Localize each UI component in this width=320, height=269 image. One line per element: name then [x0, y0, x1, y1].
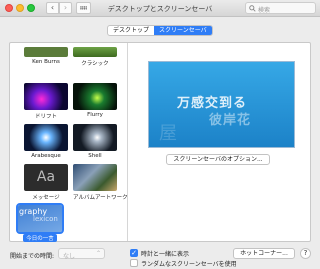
screensaver-preview: 万感交到る 彼岸花 屋	[148, 61, 295, 148]
start-after-select[interactable]: なし ⌃	[58, 248, 105, 260]
saver-thumbnail	[73, 47, 117, 57]
screensaver-options-button[interactable]: スクリーンセーバのオプション...	[166, 154, 270, 165]
tab-control: デスクトップ スクリーンセーバ	[107, 25, 213, 36]
saver-label: Flurry	[87, 112, 103, 118]
saver-label: クラシック	[81, 61, 109, 67]
chevron-right-icon: ›	[63, 3, 68, 12]
saver-label: ドリフト	[34, 114, 57, 120]
close-button[interactable]	[5, 4, 13, 12]
saver-thumbnail	[73, 164, 117, 191]
minimize-button[interactable]	[16, 4, 24, 12]
saver-shell[interactable]: Shell	[73, 124, 117, 159]
start-after-value: なし	[63, 253, 76, 260]
saver-album-artwork[interactable]: アルバムアートワーク	[73, 164, 128, 201]
saver-label: Shell	[88, 153, 102, 159]
search-placeholder: 検索	[258, 7, 271, 14]
help-button[interactable]: ?	[300, 248, 311, 259]
saver-label: メッセージ	[32, 195, 60, 201]
screensaver-list[interactable]: Ken Burns クラシック ドリフト Flurry Arabesque Sh…	[10, 43, 128, 242]
hot-corners-button[interactable]: ホットコーナー...	[233, 248, 295, 259]
saver-thumbnail	[24, 124, 68, 151]
saver-message[interactable]: Aa メッセージ	[24, 164, 68, 201]
saver-thumbnail	[24, 47, 68, 57]
preview-line2: 彼岸花	[209, 113, 252, 128]
saver-thumbnail: graphy lexicon	[16, 203, 64, 234]
title-bar: ‹ › デスクトップとスクリーンセーバ 検索	[0, 0, 320, 17]
search-field[interactable]: 検索	[245, 2, 316, 14]
chevron-updown-icon: ⌃	[95, 250, 101, 257]
saver-label: アルバムアートワーク	[73, 195, 128, 201]
saver-label: Arabesque	[31, 153, 61, 159]
saver-thumbnail	[24, 83, 68, 110]
screensaver-panel: Ken Burns クラシック ドリフト Flurry Arabesque Sh…	[9, 42, 311, 242]
saver-thumbnail: Aa	[24, 164, 68, 191]
preview-ghost-text: 屋	[159, 123, 177, 144]
saver-classic[interactable]: クラシック	[73, 47, 117, 67]
saver-word-of-day[interactable]: graphy lexicon 今日の一言	[16, 203, 64, 242]
window-title: デスクトップとスクリーンセーバ	[107, 5, 213, 13]
saver-drift[interactable]: ドリフト	[24, 83, 68, 120]
saver-label: 今日の一言	[23, 234, 57, 242]
saver-thumbnail	[73, 83, 117, 110]
thumb-subtext: lexicon	[33, 215, 58, 223]
checkmark-icon: ✓	[131, 249, 137, 257]
saver-label: Ken Burns	[32, 59, 60, 65]
random-saver-label: ランダムなスクリーンセーバを使用	[141, 261, 237, 268]
grid-icon	[80, 6, 87, 10]
saver-flurry[interactable]: Flurry	[73, 83, 117, 118]
search-icon	[249, 5, 256, 12]
back-button[interactable]: ‹	[46, 2, 59, 14]
saver-ken-burns[interactable]: Ken Burns	[24, 47, 68, 65]
start-after-label: 開始までの時間:	[10, 253, 55, 260]
show-clock-checkbox[interactable]: ✓	[130, 249, 138, 257]
show-all-button[interactable]	[76, 2, 91, 14]
saver-arabesque[interactable]: Arabesque	[24, 124, 68, 159]
show-clock-label: 時計と一緒に表示	[141, 251, 190, 258]
tab-screensaver[interactable]: スクリーンセーバ	[154, 26, 212, 35]
saver-thumbnail	[73, 124, 117, 151]
chevron-left-icon: ‹	[50, 3, 55, 12]
zoom-button[interactable]	[27, 4, 35, 12]
forward-button[interactable]: ›	[59, 2, 72, 14]
tab-desktop[interactable]: デスクトップ	[108, 26, 154, 35]
random-saver-checkbox[interactable]	[130, 259, 138, 267]
